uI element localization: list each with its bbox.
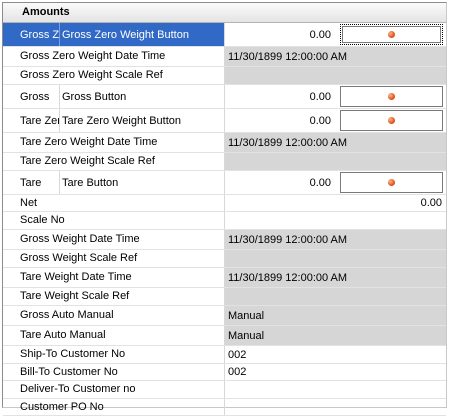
tare-button[interactable] bbox=[340, 172, 443, 193]
row-label-main: Gross bbox=[20, 90, 50, 103]
tare-value: 0.00 bbox=[309, 176, 331, 189]
row-label[interactable]: Tare Zero \ Tare Zero Weight Button bbox=[3, 109, 225, 132]
row-label: Tare Auto Manual bbox=[3, 326, 225, 345]
row-label: Tare Weight Scale Ref bbox=[3, 288, 225, 305]
row-value[interactable] bbox=[225, 381, 446, 398]
tare-zero-weight-button[interactable] bbox=[340, 110, 443, 131]
row-label-main: Tare Zero \ bbox=[20, 114, 59, 127]
row-label: Tare Weight Date Time bbox=[3, 268, 225, 287]
row-label: Tare Zero Weight Scale Ref bbox=[3, 153, 225, 170]
row-value[interactable]: 0.00 bbox=[225, 85, 446, 108]
row-value[interactable]: 002 bbox=[225, 346, 446, 363]
row-label[interactable]: Gross Zero Gross Zero Weight Button bbox=[3, 23, 225, 46]
row-label: Deliver-To Customer no bbox=[3, 381, 225, 398]
row-deliver-to-customer-no[interactable]: Deliver-To Customer no bbox=[3, 381, 446, 399]
row-value[interactable]: 0.00 bbox=[225, 109, 446, 132]
row-label: Gross Zero Weight Date Time bbox=[3, 47, 225, 66]
orange-dot-icon bbox=[388, 179, 395, 186]
row-label: Customer PO No bbox=[3, 399, 225, 415]
row-value: Manual bbox=[225, 326, 446, 345]
row-label-sub: Gross Zero Weight Button bbox=[59, 23, 224, 46]
row-value: Manual bbox=[225, 306, 446, 325]
orange-dot-icon bbox=[388, 31, 395, 38]
row-label-main: Gross Zero bbox=[20, 28, 59, 41]
row-gross-zero-date-time[interactable]: Gross Zero Weight Date Time 11/30/1899 1… bbox=[3, 47, 446, 67]
row-gross[interactable]: Gross Gross Button 0.00 bbox=[3, 85, 446, 109]
row-value: 11/30/1899 12:00:00 AM bbox=[225, 133, 446, 152]
tare-zero-value: 0.00 bbox=[309, 114, 331, 127]
orange-dot-icon bbox=[388, 93, 395, 100]
row-gross-auto-manual[interactable]: Gross Auto Manual Manual bbox=[3, 306, 446, 326]
gross-zero-value: 0.00 bbox=[309, 28, 331, 41]
property-grid-rows: Gross Zero Gross Zero Weight Button 0.00… bbox=[3, 23, 446, 416]
row-bill-to-customer-no[interactable]: Bill-To Customer No 002 bbox=[3, 364, 446, 381]
row-value[interactable]: 002 bbox=[225, 364, 446, 380]
row-ship-to-customer-no[interactable]: Ship-To Customer No 002 bbox=[3, 346, 446, 364]
row-label[interactable]: Tare Tare Button bbox=[3, 171, 225, 194]
row-value[interactable] bbox=[225, 212, 446, 229]
section-title: Amounts bbox=[22, 6, 70, 18]
net-value: 0.00 bbox=[420, 197, 442, 209]
row-value bbox=[225, 288, 446, 305]
section-header-amounts[interactable]: Amounts bbox=[3, 3, 446, 23]
row-value bbox=[225, 67, 446, 84]
orange-dot-icon bbox=[388, 117, 395, 124]
row-value: 11/30/1899 12:00:00 AM bbox=[225, 47, 446, 66]
row-label: Bill-To Customer No bbox=[3, 364, 225, 380]
row-tare-weight-scale-ref[interactable]: Tare Weight Scale Ref bbox=[3, 288, 446, 306]
row-label-main: Tare bbox=[20, 176, 42, 189]
row-customer-po-no[interactable]: Customer PO No bbox=[3, 399, 446, 416]
row-value bbox=[225, 153, 446, 170]
row-gross-zero[interactable]: Gross Zero Gross Zero Weight Button 0.00 bbox=[3, 23, 446, 47]
row-label-sub: Tare Zero Weight Button bbox=[59, 109, 224, 132]
property-grid: Amounts Gross Zero Gross Zero Weight But… bbox=[2, 2, 447, 416]
row-tare-zero[interactable]: Tare Zero \ Tare Zero Weight Button 0.00 bbox=[3, 109, 446, 133]
row-label: Gross Weight Date Time bbox=[3, 230, 225, 249]
row-tare-zero-scale-ref[interactable]: Tare Zero Weight Scale Ref bbox=[3, 153, 446, 171]
row-label: Gross Zero Weight Scale Ref bbox=[3, 67, 225, 84]
row-label[interactable]: Gross Gross Button bbox=[3, 85, 225, 108]
row-value: 11/30/1899 12:00:00 AM bbox=[225, 230, 446, 249]
row-label: Net bbox=[3, 195, 225, 211]
row-tare-weight-date-time[interactable]: Tare Weight Date Time 11/30/1899 12:00:0… bbox=[3, 268, 446, 288]
row-value: 11/30/1899 12:00:00 AM bbox=[225, 268, 446, 287]
row-value: 0.00 bbox=[225, 195, 446, 211]
row-gross-weight-date-time[interactable]: Gross Weight Date Time 11/30/1899 12:00:… bbox=[3, 230, 446, 250]
row-label: Gross Weight Scale Ref bbox=[3, 250, 225, 267]
row-value[interactable]: 0.00 bbox=[225, 23, 446, 46]
row-scale-no[interactable]: Scale No bbox=[3, 212, 446, 230]
row-label: Scale No bbox=[3, 212, 225, 229]
gross-value: 0.00 bbox=[309, 90, 331, 103]
row-tare[interactable]: Tare Tare Button 0.00 bbox=[3, 171, 446, 195]
gross-zero-weight-button[interactable] bbox=[340, 24, 443, 45]
gross-button[interactable] bbox=[340, 86, 443, 107]
row-value[interactable] bbox=[225, 399, 446, 415]
row-tare-auto-manual[interactable]: Tare Auto Manual Manual bbox=[3, 326, 446, 346]
row-gross-zero-scale-ref[interactable]: Gross Zero Weight Scale Ref bbox=[3, 67, 446, 85]
row-value bbox=[225, 250, 446, 267]
row-label: Ship-To Customer No bbox=[3, 346, 225, 363]
row-gross-weight-scale-ref[interactable]: Gross Weight Scale Ref bbox=[3, 250, 446, 268]
row-label: Tare Zero Weight Date Time bbox=[3, 133, 225, 152]
row-label: Gross Auto Manual bbox=[3, 306, 225, 325]
row-tare-zero-date-time[interactable]: Tare Zero Weight Date Time 11/30/1899 12… bbox=[3, 133, 446, 153]
row-net[interactable]: Net 0.00 bbox=[3, 195, 446, 212]
row-label-sub: Gross Button bbox=[59, 85, 224, 108]
row-value[interactable]: 0.00 bbox=[225, 171, 446, 194]
row-label-sub: Tare Button bbox=[59, 171, 224, 194]
